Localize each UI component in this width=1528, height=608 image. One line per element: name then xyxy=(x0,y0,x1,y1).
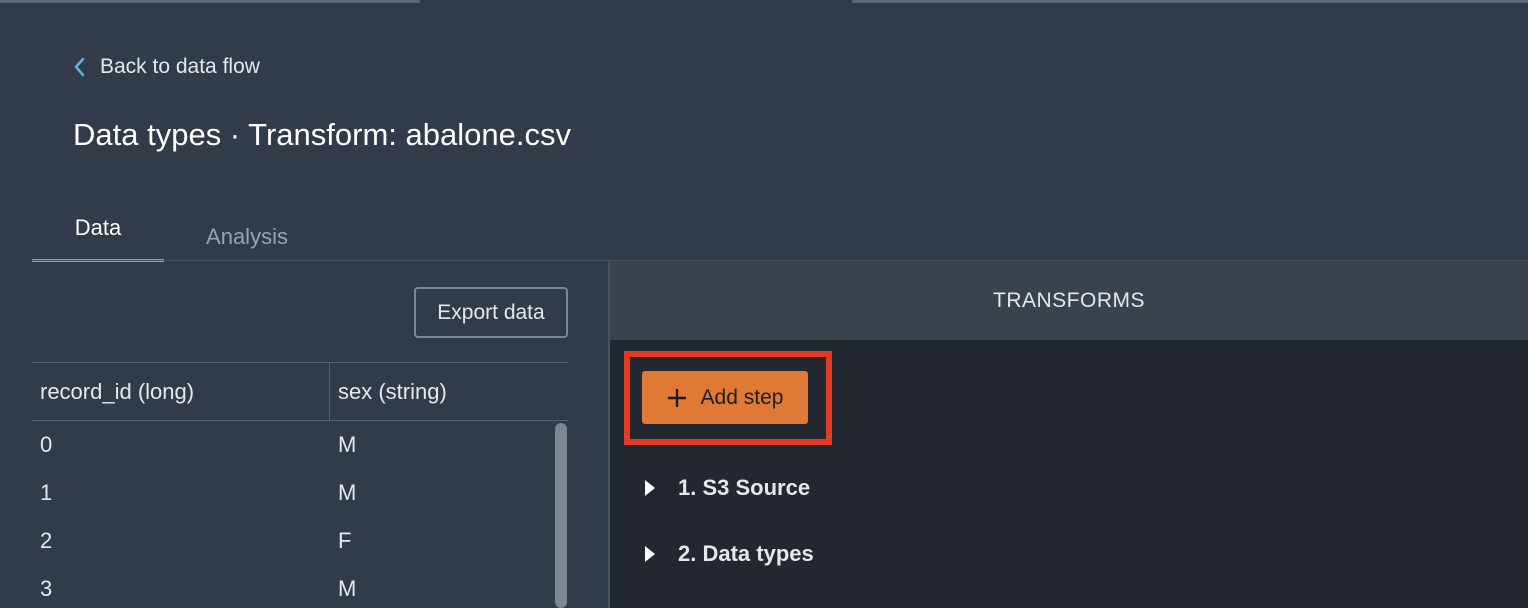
table-cell: 1 xyxy=(40,480,53,505)
table-row: 3 M xyxy=(32,565,568,608)
page-title: Data types · Transform: abalone.csv xyxy=(73,117,571,152)
step-label: 1. S3 Source xyxy=(678,475,811,500)
table-cell: 3 xyxy=(40,576,53,601)
table-scrollbar[interactable] xyxy=(555,423,567,608)
step-s3-source[interactable]: 1. S3 Source xyxy=(644,473,810,503)
table-cell: M xyxy=(338,432,357,457)
data-table: record_id (long) sex (string) 0 M 1 M 2 … xyxy=(32,362,568,608)
tab-data[interactable]: Data xyxy=(32,206,164,262)
table-row: 2 F xyxy=(32,517,568,565)
chevron-left-icon xyxy=(74,57,85,77)
back-to-data-flow-link[interactable]: Back to data flow xyxy=(72,54,260,80)
caret-right-icon xyxy=(645,546,655,562)
transforms-header: TRANSFORMS xyxy=(610,261,1528,340)
step-label: 2. Data types xyxy=(678,541,814,566)
tab-analysis[interactable]: Analysis xyxy=(182,206,312,262)
table-cell: 2 xyxy=(40,528,53,553)
table-cell: M xyxy=(338,480,357,505)
column-header-sex[interactable]: sex (string) xyxy=(330,363,568,420)
export-data-button[interactable]: Export data xyxy=(414,287,568,338)
column-header-record-id[interactable]: record_id (long) xyxy=(32,363,330,420)
view-tabs: Data Analysis xyxy=(32,206,332,262)
caret-right-icon xyxy=(645,480,655,496)
add-step-label: Add step xyxy=(700,385,784,409)
table-cell: 0 xyxy=(40,432,53,457)
step-data-types[interactable]: 2. Data types xyxy=(644,539,814,569)
table-header: record_id (long) sex (string) xyxy=(32,362,568,421)
plus-icon xyxy=(667,388,686,407)
table-row: 0 M xyxy=(32,421,568,469)
add-step-button[interactable]: Add step xyxy=(642,371,808,424)
back-link-label: Back to data flow xyxy=(100,55,260,78)
table-cell: F xyxy=(338,528,352,553)
table-row: 1 M xyxy=(32,469,568,517)
browser-tab-indicator-left xyxy=(0,0,420,3)
table-cell: M xyxy=(338,576,357,601)
browser-tab-indicator-right xyxy=(852,0,1528,3)
